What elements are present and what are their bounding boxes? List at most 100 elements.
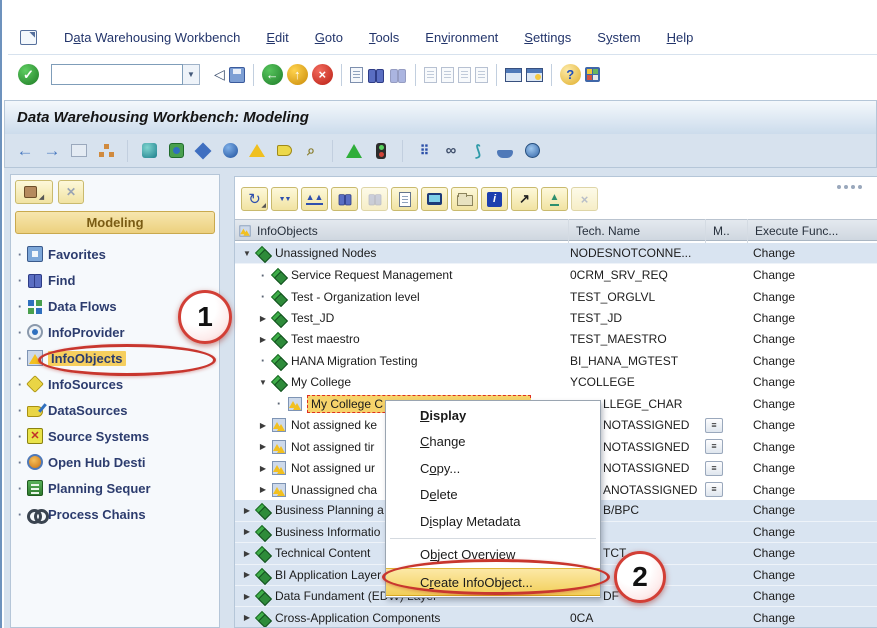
execute-function-link[interactable]: Change bbox=[753, 525, 795, 539]
menu-item-environment[interactable]: Environment bbox=[412, 28, 511, 47]
execute-function-link[interactable]: Change bbox=[753, 375, 795, 389]
user-doc-button[interactable] bbox=[391, 187, 418, 211]
maintain-button[interactable]: ≡ bbox=[705, 461, 723, 476]
role-menu-button[interactable]: ◢ bbox=[15, 180, 53, 204]
infoobject-icon[interactable] bbox=[249, 144, 265, 157]
first-page-icon[interactable] bbox=[424, 67, 437, 83]
sort-button[interactable]: ▲▲ bbox=[301, 187, 328, 211]
column-header-m[interactable]: M.. bbox=[713, 220, 730, 242]
collapsed-icon[interactable] bbox=[257, 485, 269, 494]
print-icon[interactable] bbox=[350, 67, 363, 83]
collapsed-icon[interactable] bbox=[257, 335, 269, 344]
execute-function-link[interactable]: Change bbox=[753, 332, 795, 346]
menu-item-tools[interactable]: Tools bbox=[356, 28, 412, 47]
new-session-icon[interactable] bbox=[505, 68, 522, 82]
sidebar-item-find[interactable]: ·Find bbox=[13, 267, 217, 293]
execute-function-link[interactable]: Change bbox=[753, 354, 795, 368]
sidebar-item-open-hub[interactable]: ·Open Hub Desti bbox=[13, 449, 217, 475]
transfer-icon[interactable]: ⟆ bbox=[468, 141, 488, 161]
maintain-button[interactable]: ≡ bbox=[705, 439, 723, 454]
close-panel-button[interactable]: ✕ bbox=[58, 180, 84, 204]
previous-page-icon[interactable] bbox=[441, 67, 454, 83]
collapsed-icon[interactable] bbox=[241, 570, 253, 579]
context-menu-item-display-metadata[interactable]: Display Metadata bbox=[386, 508, 600, 535]
table-row[interactable]: Unassigned NodesNODESNOTCONNE...Change bbox=[235, 243, 877, 264]
sidebar-item-process-chains[interactable]: ·Process Chains bbox=[13, 501, 217, 527]
infocube-icon[interactable] bbox=[223, 143, 238, 158]
execute-function-link[interactable]: Change bbox=[753, 589, 795, 603]
command-field[interactable] bbox=[51, 64, 183, 85]
system-menu-icon[interactable] bbox=[20, 30, 37, 45]
jump-button[interactable]: ↗ bbox=[511, 187, 538, 211]
execute-function-link[interactable]: Change bbox=[753, 246, 795, 260]
menu-item-goto[interactable]: Goto bbox=[302, 28, 356, 47]
collapsed-icon[interactable] bbox=[257, 314, 269, 323]
table-row[interactable]: My CollegeYCOLLEGEChange bbox=[235, 372, 877, 393]
maintain-button[interactable]: ≡ bbox=[705, 418, 723, 433]
hierarchy-icon[interactable] bbox=[98, 143, 114, 159]
execute-function-link[interactable]: Change bbox=[753, 440, 795, 454]
folder-button[interactable] bbox=[451, 187, 478, 211]
table-row[interactable]: Service Request Management0CRM_SRV_REQCh… bbox=[235, 264, 877, 285]
filter-button[interactable]: ▼▼ bbox=[271, 187, 298, 211]
menu-item-edit[interactable]: Edit bbox=[253, 28, 301, 47]
infoset-icon[interactable] bbox=[169, 143, 184, 158]
find-icon[interactable] bbox=[367, 68, 385, 82]
table-row[interactable]: Test maestroTEST_MAESTROChange bbox=[235, 329, 877, 350]
sidebar-item-planning-sequences[interactable]: ·Planning Sequer bbox=[13, 475, 217, 501]
last-page-icon[interactable] bbox=[475, 67, 488, 83]
close-grid-button[interactable]: × bbox=[571, 187, 598, 211]
export-button[interactable]: ▲ bbox=[541, 187, 568, 211]
collapsed-icon[interactable] bbox=[241, 527, 253, 536]
execute-function-link[interactable]: Change bbox=[753, 311, 795, 325]
context-menu-item-delete[interactable]: Delete bbox=[386, 482, 600, 509]
expanded-icon[interactable] bbox=[257, 378, 269, 387]
history-icon[interactable]: ◁ bbox=[214, 66, 225, 83]
navigate-forward-icon[interactable]: → bbox=[42, 141, 62, 161]
next-page-icon[interactable] bbox=[458, 67, 471, 83]
shortcut-icon[interactable] bbox=[526, 68, 543, 82]
execute-function-link[interactable]: Change bbox=[753, 483, 795, 497]
data-mart-icon[interactable] bbox=[142, 143, 157, 158]
collapsed-icon[interactable] bbox=[241, 506, 253, 515]
exit-icon[interactable]: ↑ bbox=[287, 64, 308, 85]
datasource-icon[interactable] bbox=[277, 145, 292, 156]
fullscreen-icon[interactable] bbox=[71, 144, 87, 157]
execute-function-link[interactable]: Change bbox=[753, 568, 795, 582]
navigate-back-icon[interactable]: ← bbox=[15, 141, 35, 161]
execute-function-link[interactable]: Change bbox=[753, 546, 795, 560]
execute-function-link[interactable]: Change bbox=[753, 461, 795, 475]
column-header-tech-name[interactable]: Tech. Name bbox=[576, 220, 640, 242]
context-menu-item-display[interactable]: Display bbox=[386, 402, 600, 429]
save-icon[interactable] bbox=[229, 67, 245, 83]
command-dropdown-icon[interactable]: ▼ bbox=[183, 64, 200, 85]
context-menu-item-change[interactable]: Change bbox=[386, 429, 600, 456]
execute-function-link[interactable]: Change bbox=[753, 290, 795, 304]
back-icon[interactable]: ← bbox=[262, 64, 283, 85]
table-row[interactable]: Cross-Application Components0CAChange bbox=[235, 607, 877, 628]
menu-item-system[interactable]: System bbox=[584, 28, 653, 47]
collapsed-icon[interactable] bbox=[241, 549, 253, 558]
tree-icon[interactable] bbox=[346, 144, 362, 158]
monitor-button[interactable] bbox=[421, 187, 448, 211]
splitter-grip[interactable] bbox=[858, 185, 862, 189]
chain-icon[interactable]: ∞ bbox=[441, 141, 461, 161]
sidebar-header[interactable]: Modeling bbox=[15, 211, 215, 234]
execute-function-link[interactable]: Change bbox=[753, 397, 795, 411]
column-header-execute-func[interactable]: Execute Func... bbox=[755, 220, 838, 242]
execute-function-link[interactable]: Change bbox=[753, 611, 795, 625]
collapsed-icon[interactable] bbox=[257, 442, 269, 451]
execute-function-link[interactable]: Change bbox=[753, 268, 795, 282]
expanded-icon[interactable] bbox=[241, 249, 253, 258]
sidebar-item-datasources[interactable]: ·DataSources bbox=[13, 397, 217, 423]
execute-function-link[interactable]: Change bbox=[753, 418, 795, 432]
traffic-light-icon[interactable] bbox=[376, 143, 386, 159]
find-next-icon[interactable] bbox=[389, 68, 407, 82]
maintain-icon[interactable]: ⌕ bbox=[301, 141, 321, 161]
sidebar-item-source-systems[interactable]: ·✕Source Systems bbox=[13, 423, 217, 449]
table-row[interactable]: Test - Organization levelTEST_ORGLVLChan… bbox=[235, 286, 877, 307]
menu-item-help[interactable]: Help bbox=[654, 28, 707, 47]
sidebar-item-favorites[interactable]: ·Favorites bbox=[13, 241, 217, 267]
multiprovider-icon[interactable] bbox=[195, 142, 212, 159]
collapsed-icon[interactable] bbox=[241, 592, 253, 601]
